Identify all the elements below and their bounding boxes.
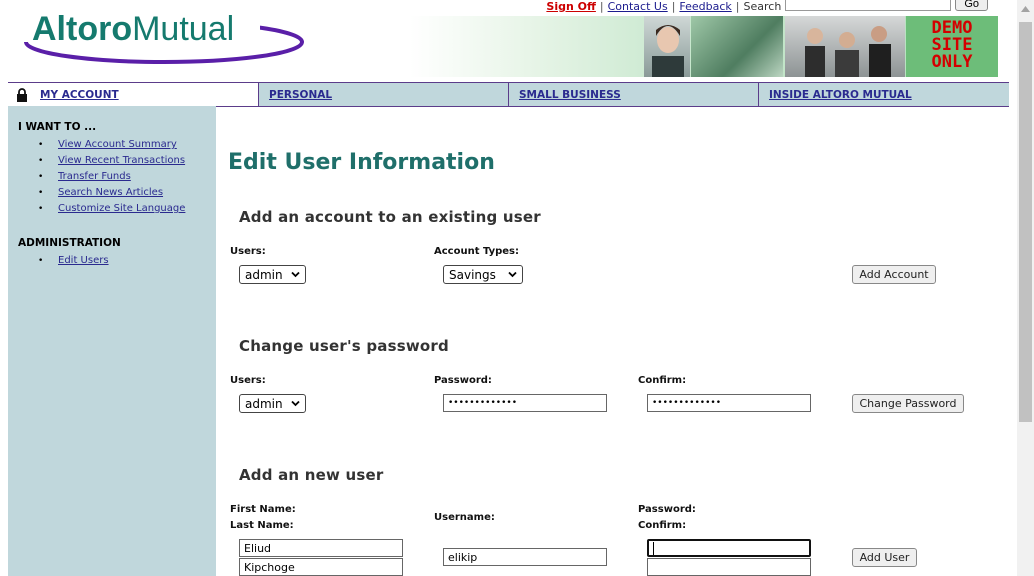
administration-list: Edit Users [38,253,109,269]
account-types-label: Account Types: [434,246,520,257]
tab-inside-altoro[interactable]: INSIDE ALTORO MUTUAL [758,83,1009,106]
list-item: Edit Users [38,253,109,269]
page-title: Edit User Information [228,150,495,175]
password-label: Password: [434,375,492,386]
administration-heading: ADMINISTRATION [18,237,121,249]
customize-site-language-link[interactable]: Customize Site Language [58,203,185,214]
add-user-button[interactable]: Add User [852,548,917,567]
view-account-summary-link[interactable]: View Account Summary [58,139,177,150]
select-value: admin [245,267,283,282]
account-types-select[interactable]: Savings [443,265,523,284]
banner-photo-cards [691,16,783,77]
username-field[interactable]: elikip [443,548,607,566]
users-label: Users: [230,246,266,257]
add-user-heading: Add an new user [239,466,384,484]
i-want-to-heading: I WANT TO ... [18,121,97,133]
change-password-button[interactable]: Change Password [852,394,964,413]
search-input[interactable] [785,0,952,11]
altoro-logo[interactable]: AltoroMutual [24,6,314,70]
contact-us-link[interactable]: Contact Us [608,0,668,13]
edit-users-link[interactable]: Edit Users [58,255,109,266]
separator: | [735,0,740,13]
go-button[interactable]: Go [955,0,988,11]
feedback-link[interactable]: Feedback [679,0,731,13]
search-news-articles-link[interactable]: Search News Articles [58,187,163,198]
small-business-link[interactable]: SMALL BUSINESS [519,89,621,101]
text-cursor [653,541,654,555]
tab-personal[interactable]: PERSONAL [258,83,508,106]
tab-my-account[interactable]: MY ACCOUNT [8,83,258,106]
list-item: View Recent Transactions [38,153,185,169]
separator: | [671,0,676,13]
last-name-field[interactable]: Kipchoge [239,558,403,576]
logo-text-bold: Altoro [32,10,133,48]
new-password-label: Password: [638,504,696,515]
scroll-thumb[interactable] [1019,22,1032,422]
header-banner: DEMO SITE ONLY [410,16,998,77]
users-label: Users: [230,375,266,386]
sidebar: I WANT TO ... View Account Summary View … [8,106,216,576]
tab-small-business[interactable]: SMALL BUSINESS [508,83,758,106]
inside-altoro-link[interactable]: INSIDE ALTORO MUTUAL [769,89,912,101]
first-name-label: First Name: [230,504,296,515]
banner-photo-office [785,16,905,77]
select-value: Savings [449,267,496,282]
page-scrollbar[interactable] [1017,0,1034,576]
new-confirm-field[interactable] [647,558,811,576]
list-item: View Account Summary [38,137,185,153]
list-item: Transfer Funds [38,169,185,185]
lock-icon [17,87,27,102]
confirm-password-field[interactable]: ••••••••••••• [647,394,811,412]
list-item: Customize Site Language [38,201,185,217]
top-links: Sign Off | Contact Us | Feedback | Searc… [546,0,988,13]
chevron-down-icon [291,400,300,407]
add-account-heading: Add an account to an existing user [239,208,541,226]
my-account-link[interactable]: MY ACCOUNT [40,89,119,101]
confirm-label: Confirm: [638,375,687,386]
select-value: admin [245,396,283,411]
person-icon [652,25,684,77]
change-password-users-select[interactable]: admin [239,394,306,413]
search-label: Search [743,0,782,13]
view-recent-transactions-link[interactable]: View Recent Transactions [58,155,185,166]
i-want-to-list: View Account Summary View Recent Transac… [38,137,185,217]
last-name-label: Last Name: [230,520,294,531]
first-name-field[interactable]: Eliud [239,539,403,557]
chevron-down-icon [508,271,517,278]
people-icon [805,26,891,77]
list-item: Search News Articles [38,185,185,201]
change-password-heading: Change user's password [239,337,449,355]
chevron-down-icon [291,271,300,278]
demo-badge-line: ONLY [931,52,973,72]
add-account-users-select[interactable]: admin [239,265,306,284]
main-nav: MY ACCOUNT PERSONAL SMALL BUSINESS INSID… [8,82,1009,107]
demo-site-badge: DEMO SITE ONLY [906,16,998,77]
new-confirm-label: Confirm: [638,520,687,531]
transfer-funds-link[interactable]: Transfer Funds [58,171,131,182]
banner-photo-woman [644,16,690,77]
add-account-button[interactable]: Add Account [852,265,936,284]
username-label: Username: [434,512,495,523]
password-field[interactable]: ••••••••••••• [443,394,607,412]
personal-link[interactable]: PERSONAL [269,89,332,101]
logo-text-light: Mutual [132,10,235,48]
sign-off-link[interactable]: Sign Off [546,0,596,13]
separator: | [599,0,604,13]
scroll-up-arrow-icon[interactable] [1021,6,1030,12]
new-password-field[interactable] [647,539,811,557]
